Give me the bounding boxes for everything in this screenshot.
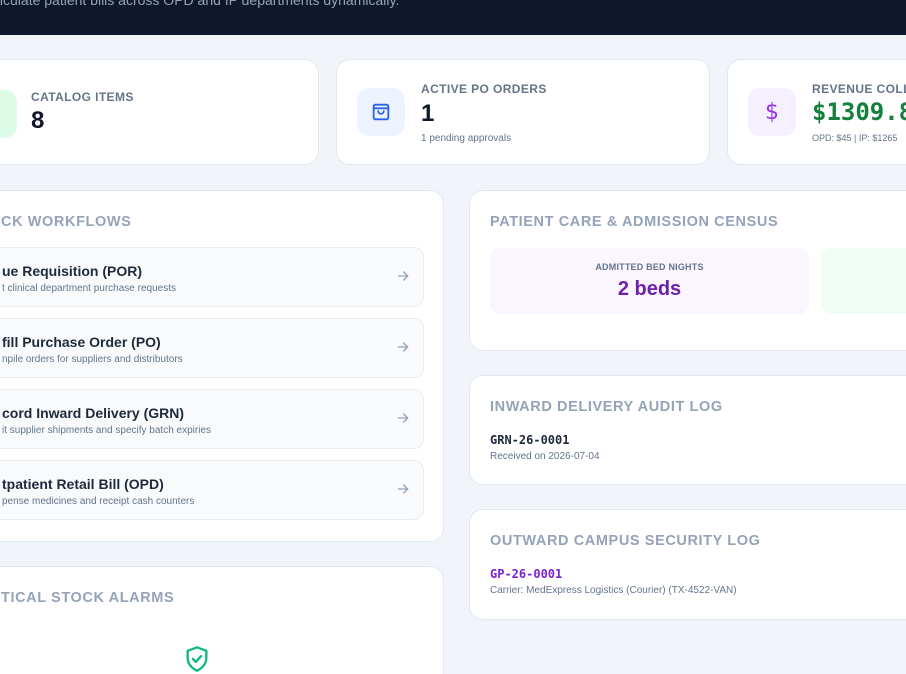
grn-received-date: Received on 2026-07-04 xyxy=(490,451,600,462)
revenue-breakdown-note: OPD: $45 | IP: $1265 xyxy=(812,133,898,143)
revenue-card: $ REVENUE COLL $1309.8 OPD: $45 | IP: $1… xyxy=(727,59,906,165)
active-po-value: 1 xyxy=(421,100,435,127)
workflow-desc: pense medicines and receipt cash counter… xyxy=(2,496,195,507)
shield-check-icon xyxy=(186,646,208,672)
census-title: PATIENT CARE & ADMISSION CENSUS xyxy=(490,214,779,230)
workflow-title: ue Requisition (POR) xyxy=(2,263,142,279)
active-po-card: ACTIVE PO ORDERS 1 1 pending approvals xyxy=(336,59,710,165)
workflow-item-opd[interactable]: tpatient Retail Bill (OPD) pense medicin… xyxy=(0,460,424,520)
workflow-desc: t clinical department purchase requests xyxy=(2,283,176,294)
workflow-title: tpatient Retail Bill (OPD) xyxy=(2,476,164,492)
workflow-item-por[interactable]: ue Requisition (POR) t clinical departme… xyxy=(0,247,424,307)
workflows-title: CK WORKFLOWS xyxy=(1,214,132,230)
bed-nights-value: 2 beds xyxy=(617,278,682,300)
critical-stock-alarms-card: TICAL STOCK ALARMS xyxy=(0,566,444,674)
dollar-icon: $ xyxy=(748,88,796,136)
gate-pass-carrier: Carrier: MedExpress Logistics (Courier) … xyxy=(490,585,737,596)
arrow-right-icon xyxy=(397,342,409,352)
arrow-right-icon xyxy=(397,413,409,423)
workflow-item-grn[interactable]: cord Inward Delivery (GRN) it supplier s… xyxy=(0,389,424,449)
bed-nights-tile: ADMITTED BED NIGHTS 2 beds xyxy=(490,248,809,314)
census-secondary-tile xyxy=(821,248,906,314)
catalog-items-card: CATALOG ITEMS 8 xyxy=(0,59,319,165)
patient-census-card: PATIENT CARE & ADMISSION CENSUS ADMITTED… xyxy=(469,190,906,351)
workflow-desc: npile orders for suppliers and distribut… xyxy=(2,354,183,365)
workflow-desc: it supplier shipments and specify batch … xyxy=(2,425,211,436)
workflow-item-po[interactable]: fill Purchase Order (PO) npile orders fo… xyxy=(0,318,424,378)
outward-security-log-card: OUTWARD CAMPUS SECURITY LOG GP-26-0001 C… xyxy=(469,509,906,620)
outward-title: OUTWARD CAMPUS SECURITY LOG xyxy=(490,533,761,549)
header-subtitle: Calculate patient bills across OPD and I… xyxy=(0,0,400,8)
workflow-title: cord Inward Delivery (GRN) xyxy=(2,405,185,421)
alarms-title: TICAL STOCK ALARMS xyxy=(1,590,175,606)
arrow-right-icon xyxy=(397,271,409,281)
catalog-items-value: 8 xyxy=(31,107,45,134)
grn-code: GRN-26-0001 xyxy=(490,433,570,447)
arrow-right-icon xyxy=(397,484,409,494)
quick-workflows-card: CK WORKFLOWS ue Requisition (POR) t clin… xyxy=(0,190,444,542)
pending-approvals-note: 1 pending approvals xyxy=(421,133,512,144)
shopping-bag-icon xyxy=(357,88,405,136)
inward-title: INWARD DELIVERY AUDIT LOG xyxy=(490,399,723,415)
revenue-label: REVENUE COLL xyxy=(812,82,906,96)
revenue-value: $1309.8 xyxy=(812,98,906,126)
gate-pass-code: GP-26-0001 xyxy=(490,567,563,581)
active-po-label: ACTIVE PO ORDERS xyxy=(421,82,547,96)
top-header: Calculate patient bills across OPD and I… xyxy=(0,0,906,35)
inward-delivery-log-card: INWARD DELIVERY AUDIT LOG GRN-26-0001 Re… xyxy=(469,375,906,485)
catalog-items-label: CATALOG ITEMS xyxy=(31,90,134,104)
catalog-icon xyxy=(0,90,17,138)
bed-nights-label: ADMITTED BED NIGHTS xyxy=(595,262,704,272)
workflow-title: fill Purchase Order (PO) xyxy=(2,334,161,350)
